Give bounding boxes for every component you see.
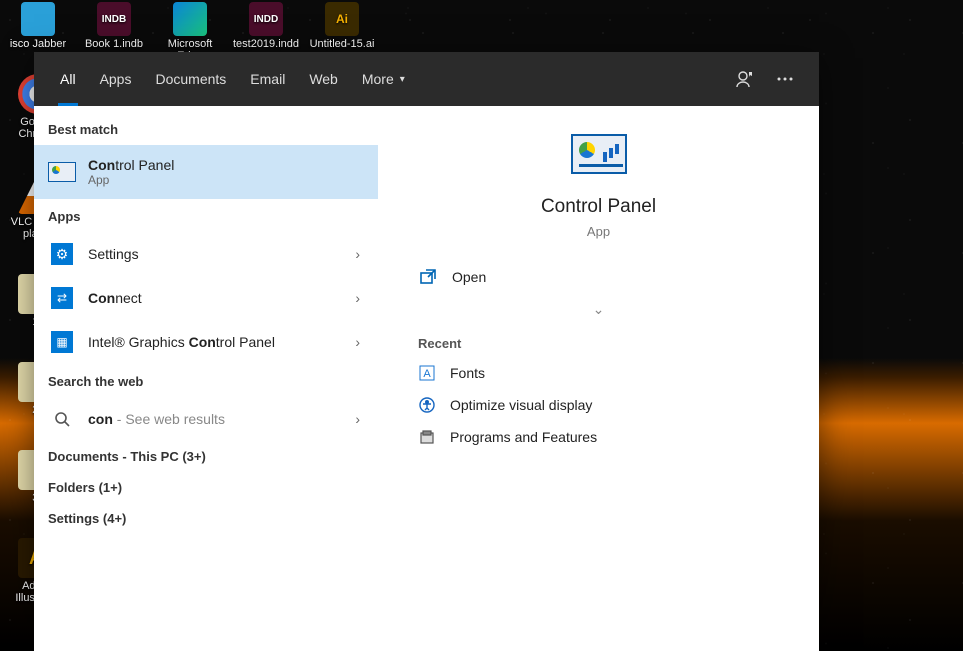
section-apps: Apps	[34, 199, 378, 232]
chevron-right-icon: ›	[355, 334, 364, 350]
category-documents[interactable]: Documents - This PC (3+)	[34, 441, 378, 472]
result-intel-graphics[interactable]: ▦ Intel® Graphics Control Panel ›	[34, 320, 378, 364]
settings-icon: ⚙	[48, 240, 76, 268]
intel-icon: ▦	[48, 328, 76, 356]
tab-all[interactable]: All	[48, 52, 88, 106]
result-subtitle: App	[88, 173, 364, 187]
control-panel-icon	[48, 158, 76, 186]
chevron-right-icon: ›	[355, 290, 364, 306]
tab-more[interactable]: More▾	[350, 52, 417, 106]
feedback-icon[interactable]	[725, 59, 765, 99]
open-icon	[418, 267, 438, 287]
recent-header: Recent	[378, 318, 501, 357]
tab-documents[interactable]: Documents	[143, 52, 238, 106]
recent-programs-features[interactable]: Programs and Features	[378, 421, 819, 453]
tab-email[interactable]: Email	[238, 52, 297, 106]
category-folders[interactable]: Folders (1+)	[34, 472, 378, 503]
tab-web[interactable]: Web	[297, 52, 350, 106]
results-list: Best match Control Panel App Apps ⚙ Sett…	[34, 106, 378, 651]
connect-icon: ⇄	[48, 284, 76, 312]
result-control-panel[interactable]: Control Panel App	[34, 145, 378, 199]
result-connect[interactable]: ⇄ Connect ›	[34, 276, 378, 320]
search-tabbar: All Apps Documents Email Web More▾	[34, 52, 819, 106]
result-title: Control Panel	[88, 157, 364, 173]
chevron-right-icon: ›	[355, 411, 364, 427]
preview-subtitle: App	[587, 224, 610, 239]
accessibility-icon	[418, 396, 436, 414]
svg-text:A: A	[423, 368, 431, 380]
preview-app-icon	[571, 134, 627, 174]
programs-icon	[418, 428, 436, 446]
recent-fonts[interactable]: A Fonts	[378, 357, 819, 389]
section-search-web: Search the web	[34, 364, 378, 397]
recent-optimize-display[interactable]: Optimize visual display	[378, 389, 819, 421]
chevron-down-icon: ▾	[400, 74, 405, 85]
search-panel: All Apps Documents Email Web More▾ Best …	[34, 52, 819, 651]
category-settings[interactable]: Settings (4+)	[34, 503, 378, 534]
tab-apps[interactable]: Apps	[88, 52, 144, 106]
expand-chevron-icon[interactable]: ⌄	[418, 301, 779, 318]
search-icon	[48, 405, 76, 433]
more-options-icon[interactable]	[765, 59, 805, 99]
preview-title: Control Panel	[541, 196, 656, 218]
result-settings[interactable]: ⚙ Settings ›	[34, 232, 378, 276]
result-web-search[interactable]: con - See web results ›	[34, 397, 378, 441]
action-open[interactable]: Open	[418, 259, 779, 295]
preview-pane: Control Panel App Open ⌄ Recent A Fonts	[378, 106, 819, 651]
chevron-right-icon: ›	[355, 246, 364, 262]
fonts-icon: A	[418, 364, 436, 382]
section-best-match: Best match	[34, 112, 378, 145]
